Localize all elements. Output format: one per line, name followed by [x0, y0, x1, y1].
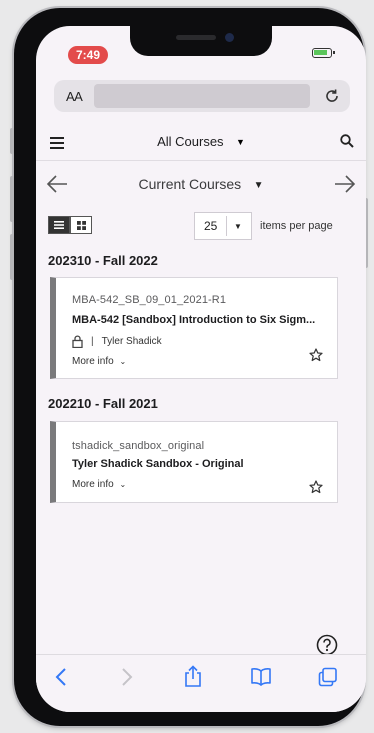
course-code: tshadick_sandbox_original: [72, 440, 205, 452]
caret-down-icon: ▼: [236, 136, 245, 147]
per-page-value: 25: [204, 219, 218, 233]
divider: [226, 216, 227, 236]
status-time: 7:49: [68, 46, 108, 64]
more-info-button[interactable]: More info ⌄: [72, 479, 126, 490]
term-dropdown[interactable]: Current Courses ▼: [138, 176, 263, 194]
battery-icon: [312, 48, 335, 58]
term-heading: 202310 - Fall 2022: [48, 253, 158, 268]
grid-icon: [76, 220, 86, 230]
next-term-arrow-icon[interactable]: [334, 174, 356, 199]
status-icons: [312, 48, 335, 58]
phone-screen: 7:49 AA All Courses ▼ Current Courses ▼ …: [36, 26, 366, 712]
list-icon: [54, 221, 64, 229]
url-field[interactable]: [94, 84, 311, 108]
camera: [225, 33, 234, 42]
lock-icon: [72, 335, 83, 348]
address-bar[interactable]: AA: [54, 80, 350, 112]
term-heading: 202210 - Fall 2021: [48, 396, 158, 411]
menu-icon[interactable]: [50, 136, 64, 154]
more-info-label: More info: [72, 479, 114, 490]
notch: [130, 26, 272, 56]
course-card[interactable]: MBA-542_SB_09_01_2021-R1 MBA-542 [Sandbo…: [50, 277, 338, 379]
volume-down-button: [10, 234, 14, 280]
text-size-button[interactable]: AA: [66, 89, 83, 104]
speaker: [176, 35, 216, 40]
all-courses-dropdown[interactable]: All Courses ▼: [157, 133, 245, 151]
book-icon[interactable]: [250, 667, 272, 692]
mute-switch: [10, 128, 14, 154]
course-meta: | Tyler Shadick: [72, 335, 162, 348]
favorite-star-icon[interactable]: [309, 480, 323, 499]
phone-frame: 7:49 AA All Courses ▼ Current Courses ▼ …: [10, 8, 368, 726]
chevron-right-icon[interactable]: [120, 667, 134, 692]
course-card[interactable]: tshadick_sandbox_original Tyler Shadick …: [50, 421, 338, 503]
search-icon[interactable]: [340, 134, 354, 153]
chevron-down-icon: ⌄: [119, 480, 127, 489]
list-controls: 25 ▼ items per page: [36, 210, 366, 246]
chevron-left-icon[interactable]: [54, 667, 68, 692]
browser-toolbar: [36, 654, 366, 712]
share-icon[interactable]: [184, 665, 202, 692]
items-per-page-select[interactable]: 25 ▼: [194, 212, 252, 240]
chevron-down-icon: ⌄: [119, 357, 127, 366]
course-code: MBA-542_SB_09_01_2021-R1: [72, 294, 227, 306]
list-view-button[interactable]: [48, 216, 70, 234]
course-name-link[interactable]: Tyler Shadick Sandbox - Original: [72, 458, 327, 470]
more-info-label: More info: [72, 356, 114, 367]
items-per-page-label: items per page: [260, 220, 333, 232]
separator: |: [91, 336, 94, 347]
favorite-star-icon[interactable]: [309, 348, 323, 367]
term-label: Current Courses: [138, 176, 242, 192]
previous-term-arrow-icon[interactable]: [46, 174, 68, 199]
view-toggle: [48, 216, 92, 234]
caret-down-icon: ▼: [253, 180, 264, 191]
caret-down-icon: ▼: [234, 221, 242, 231]
volume-up-button: [10, 176, 14, 222]
reload-icon[interactable]: [324, 88, 340, 109]
course-name-link[interactable]: MBA-542 [Sandbox] Introduction to Six Si…: [72, 314, 327, 326]
term-navigation: Current Courses ▼: [36, 162, 366, 208]
instructor-name: Tyler Shadick: [101, 336, 162, 347]
grid-view-button[interactable]: [70, 216, 92, 234]
app-title: All Courses: [157, 133, 224, 149]
more-info-button[interactable]: More info ⌄: [72, 356, 126, 367]
tabs-icon[interactable]: [318, 667, 338, 692]
app-header: All Courses ▼: [36, 123, 366, 161]
